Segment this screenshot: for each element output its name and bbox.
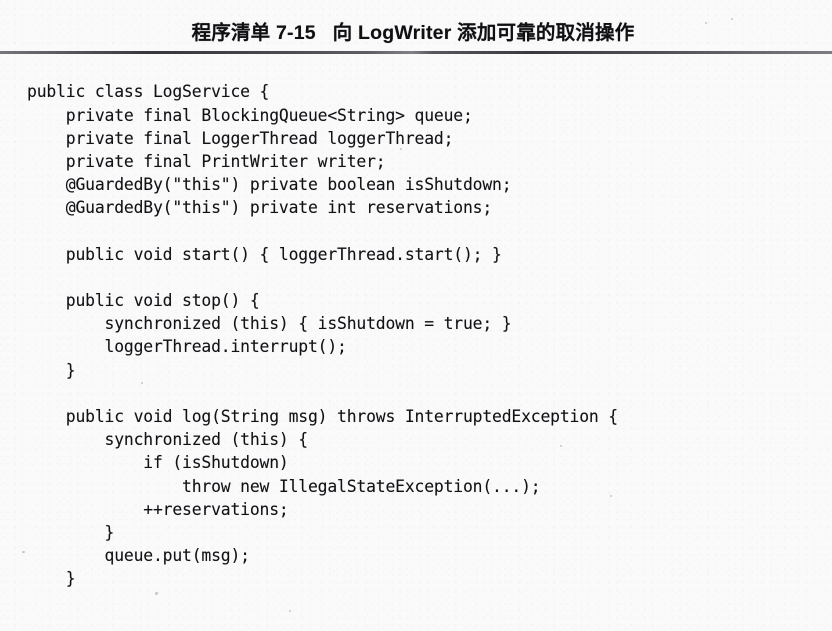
- scan-speck: [155, 592, 158, 595]
- listing-caption: 程序清单 7-15 向 LogWriter 添加可靠的取消操作: [191, 22, 635, 44]
- code-line: loggerThread.interrupt();: [27, 337, 347, 357]
- scan-speck: [22, 551, 25, 553]
- code-lines: public class LogService { private final …: [27, 80, 817, 590]
- code-line: public void stop() {: [27, 291, 260, 311]
- code-line: private final LoggerThread loggerThread;: [27, 128, 454, 148]
- code-line: synchronized (this) { isShutdown = true;…: [27, 314, 512, 334]
- code-line: }: [27, 569, 76, 589]
- listing-caption-row: 程序清单 7-15 向 LogWriter 添加可靠的取消操作: [0, 0, 832, 52]
- code-listing-figure: 程序清单 7-15 向 LogWriter 添加可靠的取消操作 public c…: [0, 0, 832, 631]
- scan-speck: [731, 18, 733, 20]
- scan-speck: [289, 610, 291, 612]
- code-line: private final PrintWriter writer;: [27, 151, 386, 171]
- code-line: @GuardedBy("this") private int reservati…: [27, 198, 493, 218]
- code-line: queue.put(msg);: [27, 546, 251, 566]
- scan-speck: [610, 495, 612, 497]
- code-line: if (isShutdown): [27, 453, 289, 473]
- code-line: @GuardedBy("this") private boolean isShu…: [27, 175, 512, 195]
- scan-speck: [560, 445, 562, 447]
- scan-speck: [400, 148, 402, 150]
- code-line: throw new IllegalStateException(...);: [27, 476, 541, 496]
- caption-divider-rule: [0, 51, 832, 54]
- code-line: synchronized (this) {: [27, 430, 309, 450]
- code-line: ++reservations;: [27, 499, 289, 519]
- code-line: public void log(String msg) throws Inter…: [27, 407, 618, 427]
- code-line: public void start() { loggerThread.start…: [27, 244, 502, 264]
- code-line: }: [27, 522, 115, 542]
- code-block: public class LogService { private final …: [27, 80, 817, 590]
- code-line: }: [27, 360, 76, 380]
- code-line: private final BlockingQueue<String> queu…: [27, 105, 473, 125]
- scan-speck: [141, 382, 143, 384]
- scan-speck: [705, 22, 707, 24]
- code-line: public class LogService {: [27, 82, 270, 102]
